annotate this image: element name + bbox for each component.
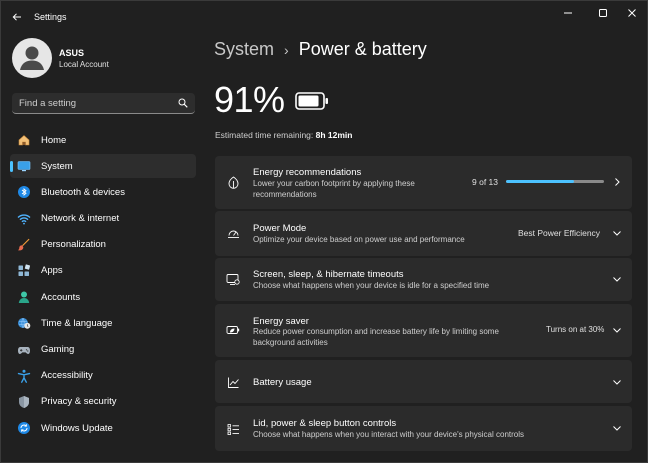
lid-power-controls-card[interactable]: Lid, power & sleep button controls Choos…: [215, 406, 632, 451]
sidebar-item-label: System: [41, 160, 73, 172]
sidebar-item-home[interactable]: Home: [10, 128, 196, 152]
card-description: Reduce power consumption and increase ba…: [253, 327, 499, 347]
battery-icon: [295, 92, 328, 110]
sidebar-item-label: Accessibility: [41, 370, 93, 382]
apps-icon: [17, 264, 31, 278]
chevron-down-icon: [612, 228, 622, 238]
wifi-icon: [17, 212, 31, 226]
recommendations-progress-bar: [506, 180, 604, 183]
sidebar-item-gaming[interactable]: Gaming: [10, 338, 196, 362]
sidebar-item-privacy[interactable]: Privacy & security: [10, 390, 196, 414]
power-mode-dropdown[interactable]: Best Power Efficiency: [518, 228, 600, 238]
sidebar-item-label: Time & language: [41, 317, 113, 329]
sidebar-item-bluetooth[interactable]: Bluetooth & devices: [10, 180, 196, 204]
recommendations-count: 9 of 13: [472, 177, 498, 187]
profile-account-type: Local Account: [59, 60, 109, 69]
energy-saver-threshold: Turns on at 30%: [546, 325, 605, 334]
sidebar-item-label: Accounts: [41, 291, 81, 303]
sidebar-item-accounts[interactable]: Accounts: [10, 285, 196, 309]
battery-percent: 91%: [214, 79, 285, 120]
estimated-time-label: Estimated time remaining:: [215, 130, 314, 140]
brush-icon: [17, 238, 31, 252]
estimated-time-value: 8h 12min: [315, 130, 353, 140]
power-mode-card[interactable]: Power Mode Optimize your device based on…: [215, 211, 632, 256]
sidebar-item-label: Network & internet: [41, 213, 120, 225]
chevron-down-icon: [612, 377, 622, 387]
search-icon[interactable]: [178, 98, 188, 108]
accessibility-icon: [17, 369, 31, 383]
settings-window: Settings ASUS Local Account Find a setti…: [0, 0, 648, 463]
list-controls-icon: [226, 422, 240, 436]
back-button[interactable]: [7, 7, 27, 27]
card-description: Lower your carbon footprint by applying …: [253, 179, 415, 199]
card-title: Power Mode: [253, 223, 307, 234]
chevron-right-icon: [612, 177, 622, 187]
card-description: Choose what happens when you interact wi…: [253, 430, 525, 439]
system-icon: [17, 159, 31, 173]
sidebar-item-label: Apps: [41, 265, 63, 277]
profile-name: ASUS: [59, 48, 85, 58]
search-box[interactable]: [12, 93, 195, 114]
person-icon: [17, 290, 31, 304]
breadcrumb: System › Power & battery: [214, 39, 427, 60]
chevron-down-icon: [612, 274, 622, 284]
card-title: Battery usage: [253, 377, 312, 388]
app-title: Settings: [34, 12, 67, 22]
sidebar-item-label: Home: [41, 134, 67, 146]
sidebar-item-label: Privacy & security: [41, 396, 117, 408]
user-profile[interactable]: ASUS Local Account: [12, 38, 192, 78]
card-title: Screen, sleep, & hibernate timeouts: [253, 269, 404, 280]
home-icon: [17, 133, 31, 147]
gamepad-icon: [17, 343, 31, 357]
screen-sleep-card[interactable]: Screen, sleep, & hibernate timeouts Choo…: [215, 258, 632, 301]
sidebar-item-accessibility[interactable]: Accessibility: [10, 364, 196, 388]
search-input[interactable]: [19, 96, 169, 111]
sidebar-item-system[interactable]: System: [10, 154, 196, 179]
shield-icon: [17, 395, 31, 409]
sidebar-item-label: Windows Update: [41, 422, 113, 434]
energy-saver-card[interactable]: Energy saver Reduce power consumption an…: [215, 304, 632, 357]
sidebar-item-label: Gaming: [41, 344, 75, 355]
sidebar-nav: Home System Bluetooth & devices Network …: [10, 128, 196, 442]
update-icon: [17, 421, 31, 435]
sidebar-item-label: Personalization: [41, 239, 106, 251]
card-title: Lid, power & sleep button controls: [253, 418, 397, 429]
minimize-button[interactable]: [556, 5, 580, 21]
globe-clock-icon: [17, 316, 31, 330]
chevron-down-icon: [612, 325, 622, 335]
recommendations-progress-fill: [506, 180, 574, 183]
avatar: [12, 38, 52, 78]
sidebar-item-network[interactable]: Network & internet: [10, 207, 196, 231]
sidebar-item-update[interactable]: Windows Update: [10, 416, 196, 440]
bluetooth-icon: [17, 185, 31, 199]
battery-usage-card[interactable]: Battery usage: [215, 360, 632, 403]
minimize-icon: [564, 12, 572, 14]
energy-saver-icon: [226, 323, 240, 337]
close-button[interactable]: [620, 5, 644, 21]
title-bar: Settings: [1, 1, 647, 33]
chart-icon: [226, 375, 240, 389]
default-user-icon: [20, 46, 44, 70]
page-title: Power & battery: [298, 39, 427, 59]
leaf-icon: [226, 175, 240, 189]
maximize-button[interactable]: [591, 5, 615, 21]
breadcrumb-parent[interactable]: System: [214, 39, 274, 60]
card-title: Energy recommendations: [253, 167, 362, 178]
sidebar-item-personalization[interactable]: Personalization: [10, 233, 196, 257]
chevron-down-icon: [612, 423, 622, 433]
estimated-time: Estimated time remaining: 8h 12min: [215, 130, 353, 140]
card-description: Optimize your device based on power use …: [253, 235, 465, 244]
power-mode-icon: [226, 226, 240, 240]
card-description: Choose what happens when your device is …: [253, 281, 490, 290]
maximize-icon: [599, 9, 607, 17]
breadcrumb-separator: ›: [284, 41, 289, 58]
sidebar-item-label: Bluetooth & devices: [41, 186, 125, 198]
sidebar-item-time[interactable]: Time & language: [10, 311, 196, 335]
card-title: Energy saver: [253, 316, 309, 327]
energy-recommendations-card[interactable]: Energy recommendations Lower your carbon…: [215, 156, 632, 209]
screen-sleep-icon: [226, 272, 240, 286]
back-arrow-icon: [12, 13, 21, 21]
close-icon: [628, 9, 636, 17]
sidebar-item-apps[interactable]: Apps: [10, 259, 196, 283]
